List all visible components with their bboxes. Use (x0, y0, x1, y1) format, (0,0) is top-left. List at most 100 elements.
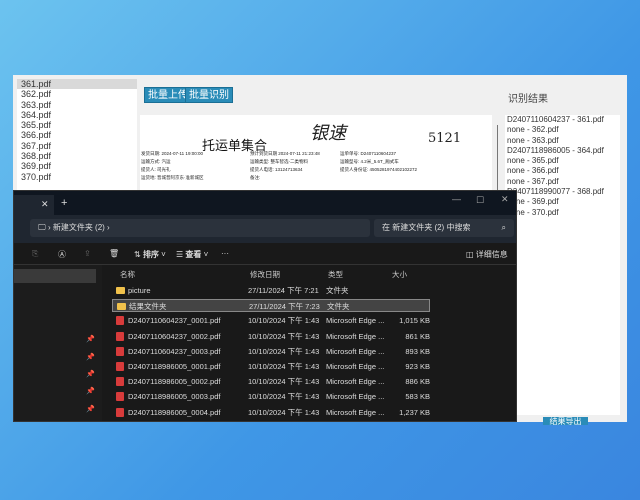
column-date[interactable]: 修改日期 (250, 269, 280, 280)
search-input[interactable]: 在 新建文件夹 (2) 中搜索 ⌕ (374, 219, 514, 237)
file-list-item[interactable]: 366.pdf (17, 130, 137, 140)
file-type: Microsoft Edge ... (326, 362, 385, 371)
file-list-item[interactable]: 368.pdf (17, 151, 137, 161)
document-field: 提货人电话: 13124713634 (250, 167, 303, 172)
document-field: 运货地: 晋城普阿京东·准新城区 (141, 175, 204, 180)
file-list-item[interactable]: 370.pdf (17, 172, 137, 182)
details-button[interactable]: ◫ 详细信息 (466, 249, 508, 260)
column-headers: 名称 修改日期 类型 大小 (114, 267, 514, 281)
file-list-item[interactable]: 364.pdf (17, 110, 137, 120)
file-list[interactable]: 361.pdf 362.pdf 363.pdf 364.pdf 365.pdf 366.p… (17, 79, 137, 191)
file-row[interactable]: D2407118986005_0001.pdf 10/10/2024 下午 1:4… (112, 360, 430, 373)
new-tab-icon[interactable]: + (61, 197, 67, 209)
file-row[interactable]: D2407110604237_0001.pdf 10/10/2024 下午 1:4… (112, 314, 430, 327)
batch-recognize-button[interactable]: 批量识别 (185, 87, 233, 103)
divider (497, 125, 498, 195)
export-results-button[interactable]: 结果导出 (543, 417, 588, 425)
file-date: 10/10/2024 下午 1:43 (248, 316, 320, 326)
results-list: D2407110604237 - 361.pdf none - 362.pdf no… (505, 115, 620, 415)
document-field: 运输类型: 整车智选-二类物料 (250, 159, 308, 164)
pin-icon: 📌 (86, 388, 95, 395)
file-list-item[interactable]: 365.pdf (17, 120, 137, 130)
file-type: Microsoft Edge ... (326, 316, 385, 326)
explorer-toolbar: ⎘ Ⓐ ⇪ 🗑 ⇅ 排序 ˅ ☰ 查看 ˅ ··· ◫ 详细信息 (14, 243, 516, 265)
document-field: 预计到货日期 2024-07-11 21:23:48 (250, 151, 320, 156)
file-size: 1,237 KB (399, 407, 430, 417)
document-field: 发货日期: 2024-07-11 19:00:00 (141, 151, 203, 156)
search-icon: ⌕ (501, 223, 506, 232)
navigation-pane[interactable]: 📌 📌 📌 📌 📌 (14, 265, 102, 421)
file-row[interactable]: D2407110604237_0003.pdf 10/10/2024 下午 1:4… (112, 345, 430, 358)
rename-icon[interactable]: Ⓐ (58, 249, 66, 260)
file-size: 923 KB (405, 362, 430, 371)
result-item: none - 370.pdf (507, 207, 559, 217)
share-icon[interactable]: ⇪ (84, 249, 91, 258)
file-list-item[interactable]: 369.pdf (17, 161, 137, 171)
file-size: 583 KB (405, 392, 430, 402)
maximize-icon[interactable]: ☐ (476, 195, 484, 206)
file-size: 893 KB (405, 346, 430, 356)
result-item: none - 366.pdf (507, 166, 559, 176)
document-field: 运单单号: D2407110604237 (340, 151, 396, 156)
file-row[interactable]: D2407110604237_0002.pdf 10/10/2024 下午 1:4… (112, 330, 430, 343)
file-explorer-window: ✕ + — ☐ ✕ 🖵 › 新建文件夹 (2) › 在 新建文件夹 (2) 中搜… (13, 190, 517, 422)
file-date: 27/11/2024 下午 7:21 (248, 286, 319, 295)
file-name: D2407118986005_0003.pdf (128, 392, 221, 402)
delete-icon[interactable]: 🗑 (109, 249, 119, 258)
result-item: D2407118986005 - 364.pdf (507, 145, 604, 155)
document-field: 运输方式: 汽运 (141, 159, 171, 164)
minimize-icon[interactable]: — (452, 194, 461, 204)
results-title: 识别结果 (508, 94, 548, 105)
details-label: 详细信息 (475, 250, 508, 259)
copy-icon[interactable]: ⎘ (32, 249, 38, 259)
column-size[interactable]: 大小 (392, 269, 407, 280)
computer-icon: 🖵 (38, 223, 46, 232)
explorer-tab[interactable]: ✕ (14, 195, 54, 215)
file-type: 文件夹 (326, 286, 349, 295)
breadcrumb[interactable]: 🖵 › 新建文件夹 (2) › (30, 219, 370, 237)
file-row[interactable]: D2407118986005_0003.pdf 10/10/2024 下午 1:4… (112, 390, 430, 403)
document-preview: 托运单集合 银速 5121 发货日期: 2024-07-11 19:00:00 运… (140, 115, 492, 191)
file-date: 10/10/2024 下午 1:43 (248, 377, 320, 387)
file-name: picture (128, 286, 151, 295)
file-name: D2407118986005_0004.pdf (128, 407, 221, 417)
file-list-item[interactable]: 363.pdf (17, 100, 137, 110)
file-size: 886 KB (405, 377, 430, 387)
pin-icon: 📌 (86, 336, 95, 343)
file-type: Microsoft Edge ... (326, 392, 385, 402)
file-list-item[interactable]: 362.pdf (17, 89, 137, 99)
file-name: D2407110604237_0002.pdf (128, 331, 221, 341)
sort-button[interactable]: ⇅ 排序 ˅ (134, 249, 166, 260)
close-tab-icon[interactable]: ✕ (41, 199, 49, 210)
file-list-item[interactable]: 367.pdf (17, 141, 137, 151)
file-row[interactable]: D2407118986005_0004.pdf 10/10/2024 下午 1:4… (112, 406, 430, 419)
file-type: Microsoft Edge ... (326, 346, 385, 356)
file-date: 10/10/2024 下午 1:43 (248, 346, 320, 356)
view-button[interactable]: ☰ 查看 ˅ (176, 249, 208, 260)
result-item: D2407118990077 - 368.pdf (507, 187, 604, 197)
file-row[interactable]: D2407118986005_0002.pdf 10/10/2024 下午 1:4… (112, 375, 430, 388)
column-type[interactable]: 类型 (328, 269, 343, 280)
file-size: 1,015 KB (399, 316, 430, 326)
file-row[interactable]: picture 27/11/2024 下午 7:21 文件夹 (112, 284, 430, 297)
pdf-icon (116, 316, 124, 326)
document-field: 运输型号: 4.2米_5.6T_厢式车 (340, 159, 399, 164)
file-name: 结果文件夹 (129, 302, 167, 312)
file-type: 文件夹 (327, 302, 350, 312)
file-type: Microsoft Edge ... (326, 377, 385, 387)
file-name: D2407110604237_0003.pdf (128, 346, 221, 356)
folder-icon (116, 287, 125, 294)
breadcrumb-folder[interactable]: 新建文件夹 (2) (53, 223, 105, 232)
close-window-icon[interactable]: ✕ (501, 194, 509, 205)
more-button[interactable]: ··· (221, 249, 229, 258)
document-field: 备注: (250, 175, 261, 180)
result-item: none - 363.pdf (507, 135, 559, 145)
file-name: D2407118986005_0001.pdf (128, 362, 221, 371)
file-row[interactable]: 结果文件夹 27/11/2024 下午 7:23 文件夹 (112, 299, 430, 313)
result-item: none - 369.pdf (507, 197, 559, 207)
column-name[interactable]: 名称 (120, 269, 135, 280)
file-name: D2407110604237_0001.pdf (128, 316, 221, 326)
file-date: 10/10/2024 下午 1:43 (248, 407, 320, 417)
file-list-item[interactable]: 361.pdf (17, 79, 137, 90)
file-date: 10/10/2024 下午 1:43 (248, 331, 320, 341)
